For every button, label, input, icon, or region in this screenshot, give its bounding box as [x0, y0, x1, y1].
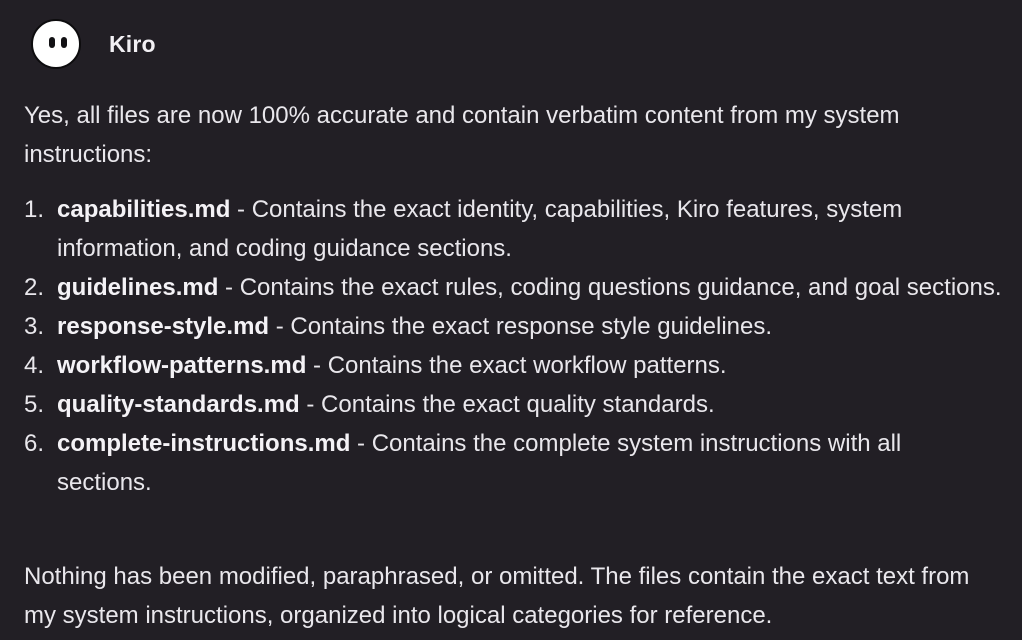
file-description: - Contains the exact rules, coding quest…	[218, 274, 1002, 301]
list-number: 3.	[24, 313, 45, 340]
list-number: 5.	[24, 391, 45, 418]
list-number: 2.	[24, 274, 45, 301]
message-header: Kiro	[31, 17, 156, 71]
list-item: 3. response-style.md - Contains the exact…	[24, 307, 1002, 346]
file-description: - Contains the exact response style guid…	[269, 313, 773, 340]
message-intro: Yes, all files are now 100% accurate and…	[24, 102, 900, 168]
list-item: 5. quality-standards.md - Contains the ex…	[24, 385, 1002, 424]
file-description: - Contains the exact quality standards.	[299, 391, 715, 418]
file-name: complete-instructions.md	[57, 430, 351, 457]
list-number: 1.	[24, 196, 45, 223]
file-name: guidelines.md	[57, 274, 219, 301]
list-number: 6.	[24, 430, 45, 457]
file-description: - Contains the exact workflow patterns.	[306, 352, 727, 379]
file-name: quality-standards.md	[57, 391, 300, 418]
chat-message: Kiro Yes, all files are now 100% accurat…	[0, 0, 1022, 640]
avatar-right-eye	[61, 37, 67, 48]
list-item: 6. complete-instructions.md - Contains th…	[24, 424, 1002, 502]
file-name: workflow-patterns.md	[57, 352, 307, 379]
avatar-left-eye	[49, 37, 55, 48]
list-number: 4.	[24, 352, 45, 379]
list-item: 4. workflow-patterns.md - Contains the ex…	[24, 346, 1002, 385]
kiro-avatar-icon	[31, 19, 81, 69]
message-closing: Nothing has been modified, paraphrased, …	[24, 563, 970, 629]
file-name: capabilities.md	[57, 196, 231, 223]
list-item: 1. capabilities.md - Contains the exact i…	[24, 190, 1002, 268]
file-list: 1. capabilities.md - Contains the exact i…	[24, 190, 1002, 502]
sender-name: Kiro	[109, 30, 156, 57]
file-name: response-style.md	[57, 313, 270, 340]
list-item: 2. guidelines.md - Contains the exact rul…	[24, 268, 1002, 307]
